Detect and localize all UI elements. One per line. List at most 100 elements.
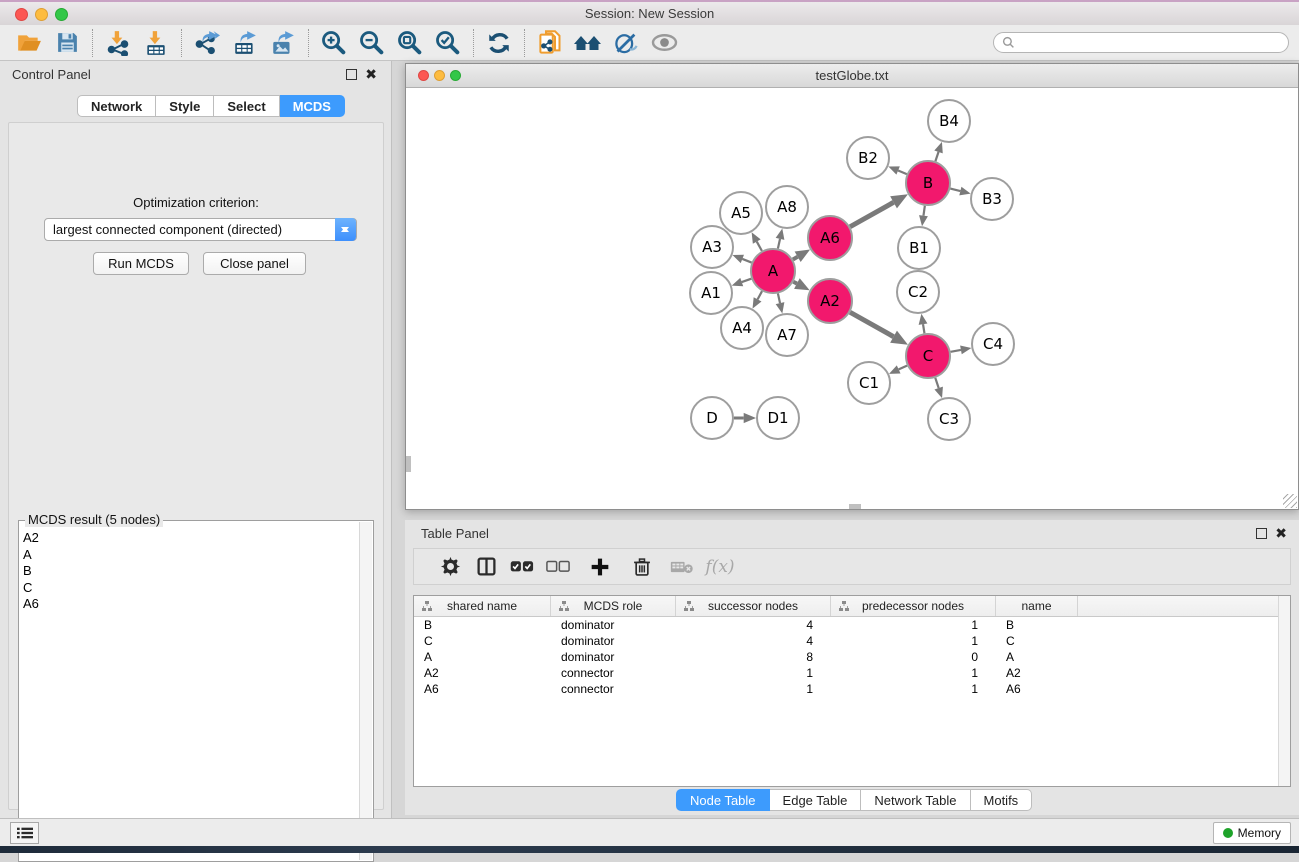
table-cell[interactable]: A6 [996, 681, 1078, 697]
table-cell[interactable]: C [414, 633, 551, 649]
float-table-panel-icon[interactable] [1256, 528, 1267, 539]
zoom-out-icon[interactable] [353, 27, 391, 59]
edge-A-A7[interactable] [778, 293, 780, 303]
delete-icon[interactable] [624, 552, 660, 582]
vertical-scroll-thumb[interactable] [406, 456, 411, 472]
settings-gear-icon[interactable] [432, 552, 468, 582]
table-row[interactable]: A6connector11A6 [414, 681, 1290, 697]
select-all-icon[interactable] [504, 552, 540, 582]
table-cell[interactable]: B [414, 617, 551, 633]
tab-network-table[interactable]: Network Table [861, 789, 970, 811]
edge-B-B3[interactable] [950, 189, 960, 192]
table-cell[interactable]: connector [551, 681, 676, 697]
table-row[interactable]: Adominator80A [414, 649, 1290, 665]
tab-motifs[interactable]: Motifs [971, 789, 1033, 811]
table-cell[interactable]: 4 [676, 633, 831, 649]
edge-C-C1[interactable] [899, 366, 907, 370]
zoom-fit-icon[interactable] [391, 27, 429, 59]
mcds-result-item[interactable]: B [23, 563, 356, 580]
table-cell[interactable]: A [996, 649, 1078, 665]
export-network-icon[interactable] [188, 27, 226, 59]
table-cell[interactable]: dominator [551, 633, 676, 649]
edge-B-B4[interactable] [935, 152, 938, 161]
tab-edge-table[interactable]: Edge Table [770, 789, 862, 811]
table-cell[interactable]: A2 [414, 665, 551, 681]
table-row[interactable]: Bdominator41B [414, 617, 1290, 633]
show-eye-icon[interactable] [645, 27, 683, 59]
task-history-button[interactable] [10, 822, 39, 844]
edge-A-A3[interactable] [742, 259, 751, 263]
minimize-network-window-icon[interactable] [434, 70, 445, 81]
network-canvas[interactable]: AA1A2A3A4A5A6A7A8BB1B2B3B4CC1C2C3C4DD1 [406, 88, 1298, 509]
tab-mcds[interactable]: MCDS [280, 95, 345, 117]
column-header-name[interactable]: name [996, 596, 1078, 616]
column-header-shared-name[interactable]: shared name [414, 596, 551, 616]
edge-C-C2[interactable] [923, 324, 924, 333]
memory-button[interactable]: Memory [1213, 822, 1291, 844]
horizontal-scroll-thumb[interactable] [849, 504, 861, 509]
resize-grip-icon[interactable] [1283, 494, 1297, 508]
close-panel-icon[interactable]: ✖ [365, 66, 377, 82]
edge-A-A4[interactable] [758, 291, 762, 299]
table-cell[interactable]: A2 [996, 665, 1078, 681]
table-cell[interactable]: dominator [551, 649, 676, 665]
edge-A-A8[interactable] [778, 239, 780, 249]
edge-A-A5[interactable] [757, 242, 762, 251]
close-panel-button[interactable]: Close panel [203, 252, 306, 275]
table-cell[interactable]: B [996, 617, 1078, 633]
mcds-result-item[interactable]: A2 [23, 530, 356, 547]
column-header-predecessor-nodes[interactable]: predecessor nodes [831, 596, 996, 616]
edge-C-C4[interactable] [951, 350, 961, 352]
float-panel-icon[interactable] [346, 69, 357, 80]
table-cell[interactable]: 1 [676, 681, 831, 697]
table-cell[interactable]: A [414, 649, 551, 665]
zoom-network-window-icon[interactable] [450, 70, 461, 81]
table-cell[interactable]: 1 [831, 681, 996, 697]
mcds-result-item[interactable]: A [23, 547, 356, 564]
edge-A2-C[interactable] [850, 312, 893, 336]
apply-layout-icon[interactable] [480, 27, 518, 59]
export-image-icon[interactable] [264, 27, 302, 59]
tab-network[interactable]: Network [77, 95, 156, 117]
column-view-icon[interactable] [468, 552, 504, 582]
home-icon[interactable] [569, 27, 607, 59]
deselect-all-icon[interactable] [540, 552, 576, 582]
search-input[interactable] [1020, 36, 1280, 50]
edge-A6-B[interactable] [850, 202, 893, 226]
table-cell[interactable]: 1 [831, 665, 996, 681]
clone-network-icon[interactable] [531, 27, 569, 59]
add-column-icon[interactable] [582, 552, 618, 582]
tab-node-table[interactable]: Node Table [676, 789, 770, 811]
import-table-icon[interactable] [137, 27, 175, 59]
table-cell[interactable]: 4 [676, 617, 831, 633]
edge-A-A1[interactable] [742, 279, 752, 282]
import-network-icon[interactable] [99, 27, 137, 59]
edge-C-C3[interactable] [935, 378, 938, 388]
table-row[interactable]: A2connector11A2 [414, 665, 1290, 681]
tab-select[interactable]: Select [214, 95, 279, 117]
save-session-icon[interactable] [48, 27, 86, 59]
edge-A-A6[interactable] [793, 257, 798, 260]
table-cell[interactable]: connector [551, 665, 676, 681]
export-table-icon[interactable] [226, 27, 264, 59]
criterion-dropdown[interactable]: largest connected component (directed) [44, 218, 357, 241]
run-mcds-button[interactable]: Run MCDS [93, 252, 189, 275]
mcds-result-item[interactable]: A6 [23, 596, 356, 613]
minimize-window-icon[interactable] [35, 8, 48, 21]
close-network-window-icon[interactable] [418, 70, 429, 81]
mcds-result-item[interactable]: C [23, 580, 356, 597]
node-table-scrollbar[interactable] [1278, 596, 1290, 786]
zoom-selected-icon[interactable] [429, 27, 467, 59]
zoom-in-icon[interactable] [315, 27, 353, 59]
close-table-panel-icon[interactable]: ✖ [1275, 525, 1287, 541]
table-cell[interactable]: 8 [676, 649, 831, 665]
open-session-icon[interactable] [10, 27, 48, 59]
hide-glasses-icon[interactable] [607, 27, 645, 59]
edge-A-A2[interactable] [793, 282, 797, 284]
search-box[interactable] [993, 32, 1289, 53]
column-header-successor-nodes[interactable]: successor nodes [676, 596, 831, 616]
tab-style[interactable]: Style [156, 95, 214, 117]
mcds-result-scrollbar[interactable] [359, 522, 372, 860]
edge-B-B2[interactable] [898, 171, 907, 175]
column-header-MCDS-role[interactable]: MCDS role [551, 596, 676, 616]
